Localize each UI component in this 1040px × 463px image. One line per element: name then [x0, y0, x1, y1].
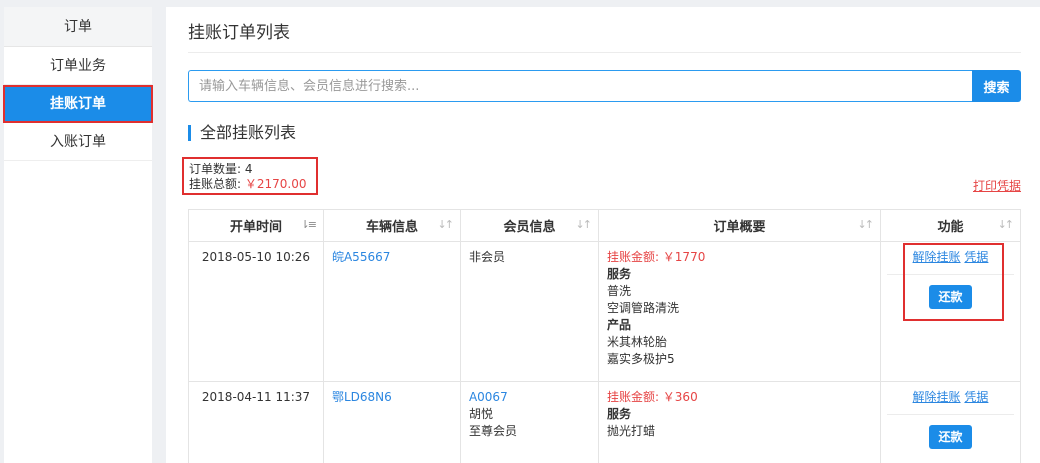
member-name: 胡悦: [468, 407, 493, 421]
sort-desc-icon[interactable]: ⇂≡: [301, 218, 318, 231]
open-time: 2018-04-11 11:37: [188, 381, 324, 463]
credit-amount: 挂账金额: ￥1770: [606, 250, 706, 264]
col-header-vehicle[interactable]: 车辆信息 ↓↑: [322, 209, 461, 242]
search-bar: 搜索: [188, 70, 1021, 102]
col-header-open-time[interactable]: 开单时间 ⇂≡: [188, 209, 324, 242]
credit-total: 挂账总额: ￥2170.00: [189, 177, 316, 192]
col-header-member[interactable]: 会员信息 ↓↑: [459, 209, 599, 242]
sidebar-header: 订单: [4, 7, 152, 47]
member-level: 至尊会员: [468, 424, 517, 438]
member-status: 非会员: [468, 250, 505, 264]
print-voucher-link[interactable]: 打印凭据: [973, 177, 1021, 194]
summary-cell: 挂账金额: ￥360 服务 抛光打蜡: [597, 381, 881, 463]
credit-amount: 挂账金额: ￥360: [606, 390, 698, 404]
search-input[interactable]: [188, 70, 972, 102]
sidebar-item-order-business[interactable]: 订单业务: [4, 47, 152, 85]
section-title: 全部挂账列表: [200, 123, 297, 142]
order-count-value: 4: [244, 162, 253, 176]
service-item: 抛光打蜡: [606, 424, 655, 438]
section-heading: 全部挂账列表: [188, 122, 1021, 144]
credit-total-value: ￥2170.00: [244, 177, 307, 191]
actions-cell: 解除挂账 凭据 还款: [879, 241, 1022, 382]
divider: [886, 274, 1014, 275]
sidebar: 订单 订单业务 挂账订单 入账订单: [3, 7, 153, 463]
open-time: 2018-05-10 10:26: [188, 241, 324, 382]
page-title: 挂账订单列表: [188, 7, 1021, 53]
order-count: 订单数量: 4: [189, 162, 316, 177]
vehicle-link[interactable]: 鄂LD68N6: [332, 390, 392, 404]
vehicle-link[interactable]: 皖A55667: [332, 250, 390, 264]
repay-button[interactable]: 还款: [928, 425, 972, 449]
member-cell: 非会员: [459, 241, 599, 382]
sort-icon[interactable]: ↓↑: [438, 218, 455, 231]
service-heading: 服务: [606, 267, 631, 281]
product-heading: 产品: [606, 318, 631, 332]
credit-total-label: 挂账总额:: [189, 177, 242, 191]
voucher-link[interactable]: 凭据: [964, 250, 988, 264]
product-item: 米其林轮胎: [606, 335, 667, 349]
service-heading: 服务: [606, 407, 631, 421]
sidebar-item-posted-orders[interactable]: 入账订单: [4, 123, 152, 161]
table-row: 2018-04-11 11:37 鄂LD68N6 A0067 胡悦 至尊会员 挂…: [188, 381, 1022, 463]
service-item: 空调管路清洗: [606, 301, 679, 315]
summary-box: 订单数量: 4 挂账总额: ￥2170.00: [182, 157, 318, 195]
search-button[interactable]: 搜索: [972, 70, 1021, 102]
sort-icon[interactable]: ↓↑: [858, 218, 875, 231]
table-header-row: 开单时间 ⇂≡ 车辆信息 ↓↑ 会员信息 ↓↑ 订单概要 ↓↑ 功能 ↓↑: [188, 209, 1022, 242]
cancel-credit-link[interactable]: 解除挂账: [913, 250, 961, 264]
service-item: 普洗: [606, 284, 631, 298]
member-cell: A0067 胡悦 至尊会员: [459, 381, 599, 463]
voucher-link[interactable]: 凭据: [964, 390, 988, 404]
vehicle-cell: 鄂LD68N6: [322, 381, 461, 463]
product-item: 嘉实多极护5: [606, 352, 675, 366]
member-code-link[interactable]: A0067: [469, 389, 590, 406]
orders-table: 开单时间 ⇂≡ 车辆信息 ↓↑ 会员信息 ↓↑ 订单概要 ↓↑ 功能 ↓↑ 2018-05…: [188, 209, 1022, 463]
repay-button[interactable]: 还款: [928, 285, 972, 309]
divider: [886, 414, 1014, 415]
vehicle-cell: 皖A55667: [322, 241, 461, 382]
section-marker: [188, 125, 191, 141]
actions-cell: 解除挂账 凭据 还款: [879, 381, 1022, 463]
cancel-credit-link[interactable]: 解除挂账: [913, 390, 961, 404]
col-header-actions[interactable]: 功能 ↓↑: [879, 209, 1022, 242]
table-row: 2018-05-10 10:26 皖A55667 非会员 挂账金额: ￥1770…: [188, 241, 1022, 382]
sidebar-item-credit-orders[interactable]: 挂账订单: [3, 85, 153, 123]
col-header-summary[interactable]: 订单概要 ↓↑: [597, 209, 881, 242]
sort-icon[interactable]: ↓↑: [576, 218, 593, 231]
summary-cell: 挂账金额: ￥1770 服务 普洗 空调管路清洗 产品 米其林轮胎 嘉实多极护5: [597, 241, 881, 382]
sort-icon[interactable]: ↓↑: [998, 218, 1015, 231]
order-count-label: 订单数量:: [189, 162, 242, 176]
